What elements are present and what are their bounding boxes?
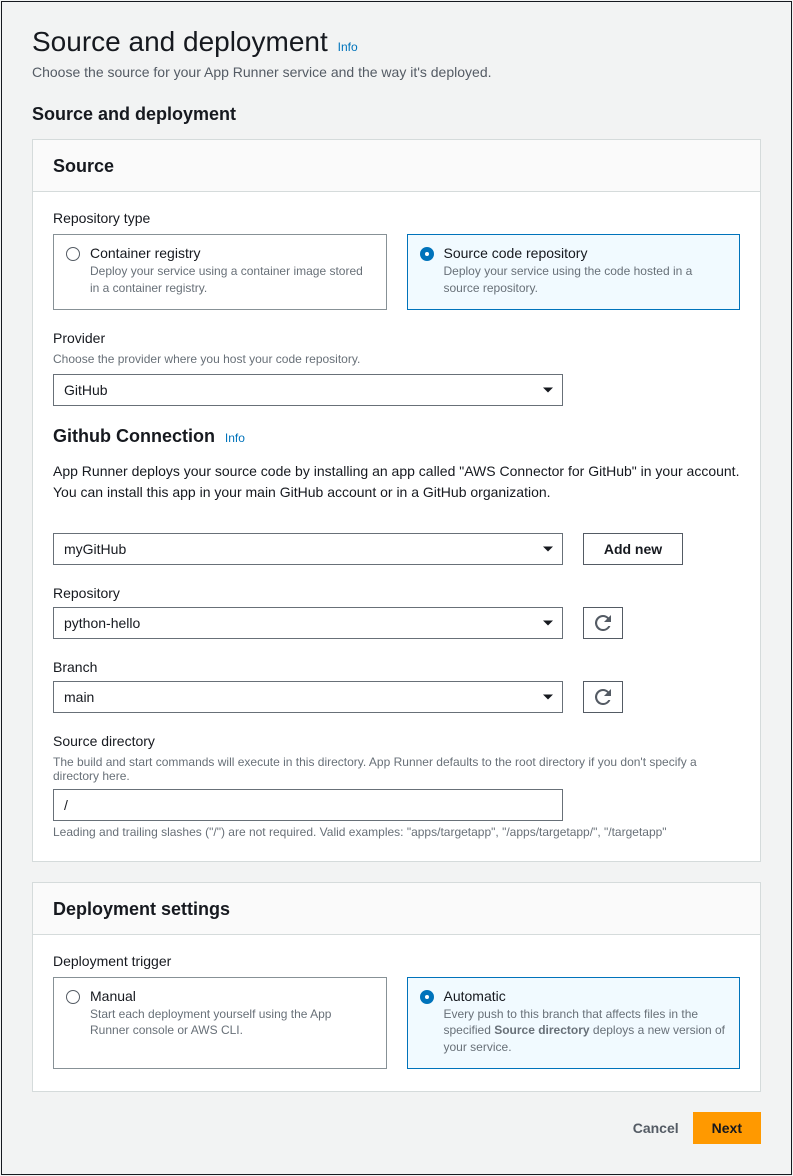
branch-select[interactable]: main [53,681,563,713]
source-card-title: Source [33,140,760,192]
repo-type-source-desc: Deploy your service using the code hoste… [444,263,728,297]
refresh-icon [595,615,611,631]
connection-select[interactable]: myGitHub [53,533,563,565]
deployment-card-title: Deployment settings [33,883,760,935]
github-connection-heading: Github Connection [53,426,215,446]
github-connection-desc: App Runner deploys your source code by i… [53,461,740,503]
provider-hint: Choose the provider where you host your … [53,352,740,366]
radio-icon [66,247,80,261]
refresh-repository-button[interactable] [583,607,623,639]
source-dir-hint-top: The build and start commands will execut… [53,755,740,783]
deployment-trigger-manual[interactable]: Manual Start each deployment yourself us… [53,977,387,1069]
repo-type-container-desc: Deploy your service using a container im… [90,263,374,297]
repo-type-label: Repository type [53,210,740,226]
page-title: Source and deployment [32,26,328,57]
info-link[interactable]: Info [338,40,358,54]
deployment-trigger-automatic[interactable]: Automatic Every push to this branch that… [407,977,741,1069]
source-dir-label: Source directory [53,733,740,749]
source-dir-hint-bottom: Leading and trailing slashes ("/") are n… [53,825,740,839]
repo-type-container-registry[interactable]: Container registry Deploy your service u… [53,234,387,310]
repo-type-source-title: Source code repository [444,245,728,261]
deployment-automatic-desc: Every push to this branch that affects f… [444,1006,728,1056]
repository-label: Repository [53,585,740,601]
deployment-card: Deployment settings Deployment trigger M… [32,882,761,1092]
deployment-manual-title: Manual [90,988,374,1004]
provider-select[interactable]: GitHub [53,374,563,406]
radio-icon [420,247,434,261]
refresh-icon [595,689,611,705]
repository-select[interactable]: python-hello [53,607,563,639]
repo-type-source-code[interactable]: Source code repository Deploy your servi… [407,234,741,310]
radio-icon [420,990,434,1004]
deployment-manual-desc: Start each deployment yourself using the… [90,1006,374,1040]
deployment-automatic-title: Automatic [444,988,728,1004]
source-card: Source Repository type Container registr… [32,139,761,862]
page-subtitle: Choose the source for your App Runner se… [32,64,761,80]
provider-label: Provider [53,330,740,346]
refresh-branch-button[interactable] [583,681,623,713]
github-connection-info-link[interactable]: Info [225,431,245,445]
cancel-button[interactable]: Cancel [633,1120,679,1136]
branch-label: Branch [53,659,740,675]
add-new-button[interactable]: Add new [583,533,683,565]
deployment-trigger-label: Deployment trigger [53,953,740,969]
source-dir-input[interactable] [53,789,563,821]
radio-icon [66,990,80,1004]
section-heading: Source and deployment [32,104,761,125]
repo-type-container-title: Container registry [90,245,374,261]
